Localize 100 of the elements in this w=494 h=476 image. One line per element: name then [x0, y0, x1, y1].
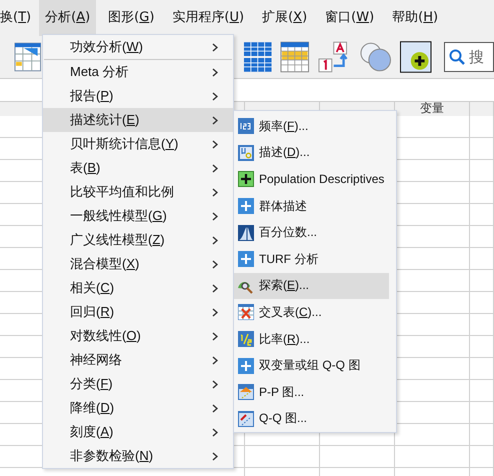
chevron-icon [212, 308, 218, 316]
menu-item[interactable]: Population Descriptives [234, 166, 389, 193]
menu-item[interactable]: 刻度(A) [43, 420, 233, 444]
search-field[interactable]: 搜 [444, 42, 494, 72]
chevron-icon [212, 404, 218, 412]
menu-item[interactable]: 降维(D) [43, 396, 233, 420]
chevron-icon [212, 332, 218, 340]
menu-item[interactable]: 探索(E)... [234, 272, 389, 300]
menu-label: Q-Q 图... [259, 410, 307, 428]
menu-label: TURF 分析 [259, 250, 318, 268]
menu-item[interactable]: 实用程序(U) [166, 0, 250, 36]
chevron-icon [212, 236, 218, 244]
menu-item[interactable]: 群体描述 [234, 192, 389, 220]
menu-item[interactable]: 描述(D)... [234, 140, 389, 166]
menu-item[interactable]: 贝叶斯统计信息(Y) [43, 132, 233, 156]
menu-label: 双变量或组 Q-Q 图 [259, 357, 360, 374]
menu-label: 交叉表(C)... [259, 304, 322, 321]
table-icon[interactable] [280, 41, 310, 73]
chevron-icon [212, 428, 218, 436]
menu-item[interactable]: Q-Q 图... [234, 406, 389, 432]
circles-icon[interactable] [359, 41, 392, 73]
chevron-icon [212, 188, 218, 196]
menu-label: 表(B) [70, 159, 100, 177]
menu-item[interactable]: 分类(F) [43, 372, 233, 396]
menu-item[interactable]: 分析(A) [39, 0, 96, 36]
table-icon[interactable] [14, 42, 42, 72]
menu-label: 功效分析(W) [70, 38, 143, 56]
menu-item[interactable]: 表(B) [43, 156, 233, 180]
menu-item[interactable]: P-P 图... [234, 378, 389, 406]
menu-label: 描述统计(E) [70, 111, 140, 129]
menu-label: 群体描述 [259, 198, 307, 215]
menu-item[interactable]: 百分位数... [234, 219, 389, 246]
chevron-icon [212, 284, 218, 292]
statistics-icon [238, 144, 254, 161]
ratio-icon [238, 331, 254, 348]
menu-label: 刻度(A) [70, 423, 114, 441]
menu-label: 广义线性模型(Z) [70, 231, 165, 249]
menu-item[interactable]: 图形(G) [102, 0, 160, 36]
menu-label: 混合模型(X) [70, 255, 140, 273]
menu-item[interactable]: 频率(F)... [234, 113, 389, 140]
menu-item[interactable]: 窗口(W) [319, 0, 380, 36]
menu-item[interactable]: Meta 分析 [43, 60, 233, 84]
plus-icon [238, 198, 254, 214]
menu-item[interactable]: 混合模型(X) [43, 252, 233, 276]
chevron-icon [212, 140, 218, 148]
menu-label: 一般线性模型(G) [70, 207, 167, 225]
menu-item[interactable]: 回归(R) [43, 300, 233, 324]
menu-item[interactable]: 扩展(X) [256, 0, 314, 36]
menu-label: 比较平均值和比例 [70, 183, 174, 201]
search-icon [448, 49, 465, 65]
plot-icon [238, 410, 254, 427]
menu-item[interactable]: 非参数检验(N) [43, 444, 233, 468]
chevron-icon [212, 92, 218, 100]
chevron-icon [212, 380, 218, 388]
menu-label: 贝叶斯统计信息(Y) [70, 135, 178, 153]
menu-label: 比率(R)... [259, 330, 310, 348]
menu-item[interactable]: 换(T) [0, 0, 38, 36]
distribution-icon [238, 224, 254, 241]
plus-icon [238, 171, 254, 188]
menu-label: 降维(D) [70, 399, 114, 417]
chevron-icon [212, 42, 218, 52]
menu-item[interactable]: 比率(R)... [234, 326, 389, 352]
chevron-icon [212, 212, 218, 220]
menu-label: 相关(C) [70, 279, 114, 297]
menu-item[interactable]: 一般线性模型(G) [43, 204, 233, 228]
menu-item[interactable]: 报告(P) [43, 84, 233, 108]
menu-item[interactable]: 描述统计(E) [43, 108, 233, 132]
plus-icon [238, 358, 254, 374]
plot-icon [238, 384, 254, 400]
menu-label: P-P 图... [259, 384, 304, 401]
menu-label: 对数线性(O) [70, 327, 141, 345]
menu-item[interactable]: 相关(C) [43, 276, 233, 300]
menu-item[interactable]: 帮助(H) [386, 0, 444, 36]
add-icon[interactable] [400, 41, 432, 73]
menu-label: 报告(P) [70, 87, 114, 105]
chevron-icon [212, 260, 218, 268]
menu-item[interactable]: 比较平均值和比例 [43, 180, 233, 204]
chevron-icon [212, 68, 218, 76]
menu-item[interactable]: 对数线性(O) [43, 324, 233, 348]
plus-icon [238, 251, 254, 268]
menu-label: 分类(F) [70, 375, 113, 393]
menu-label: Meta 分析 [70, 63, 129, 81]
numbers-icon [238, 118, 254, 134]
menu-item[interactable]: 功效分析(W) [43, 35, 233, 59]
menu-label: Population Descriptives [259, 172, 384, 186]
menu-label: 描述(D)... [259, 144, 310, 162]
menu-item[interactable]: TURF 分析 [234, 246, 389, 273]
chevron-icon [212, 164, 218, 172]
menu-item[interactable]: 广义线性模型(Z) [43, 228, 233, 252]
menu-label: 探索(E)... [259, 277, 310, 294]
menu-label: 百分位数... [259, 224, 318, 242]
menu-item[interactable]: 双变量或组 Q-Q 图 [234, 352, 389, 379]
menu-label: 非参数检验(N) [70, 447, 154, 465]
chevron-icon [212, 116, 218, 124]
menu-label: 回归(R) [70, 303, 114, 321]
menu-label: 神经网络 [70, 351, 122, 369]
crosstab-icon [238, 304, 254, 320]
menu-item[interactable]: 神经网络 [43, 348, 233, 372]
menu-item[interactable]: 交叉表(C)... [234, 299, 389, 326]
column-header: 变量 [420, 102, 444, 115]
